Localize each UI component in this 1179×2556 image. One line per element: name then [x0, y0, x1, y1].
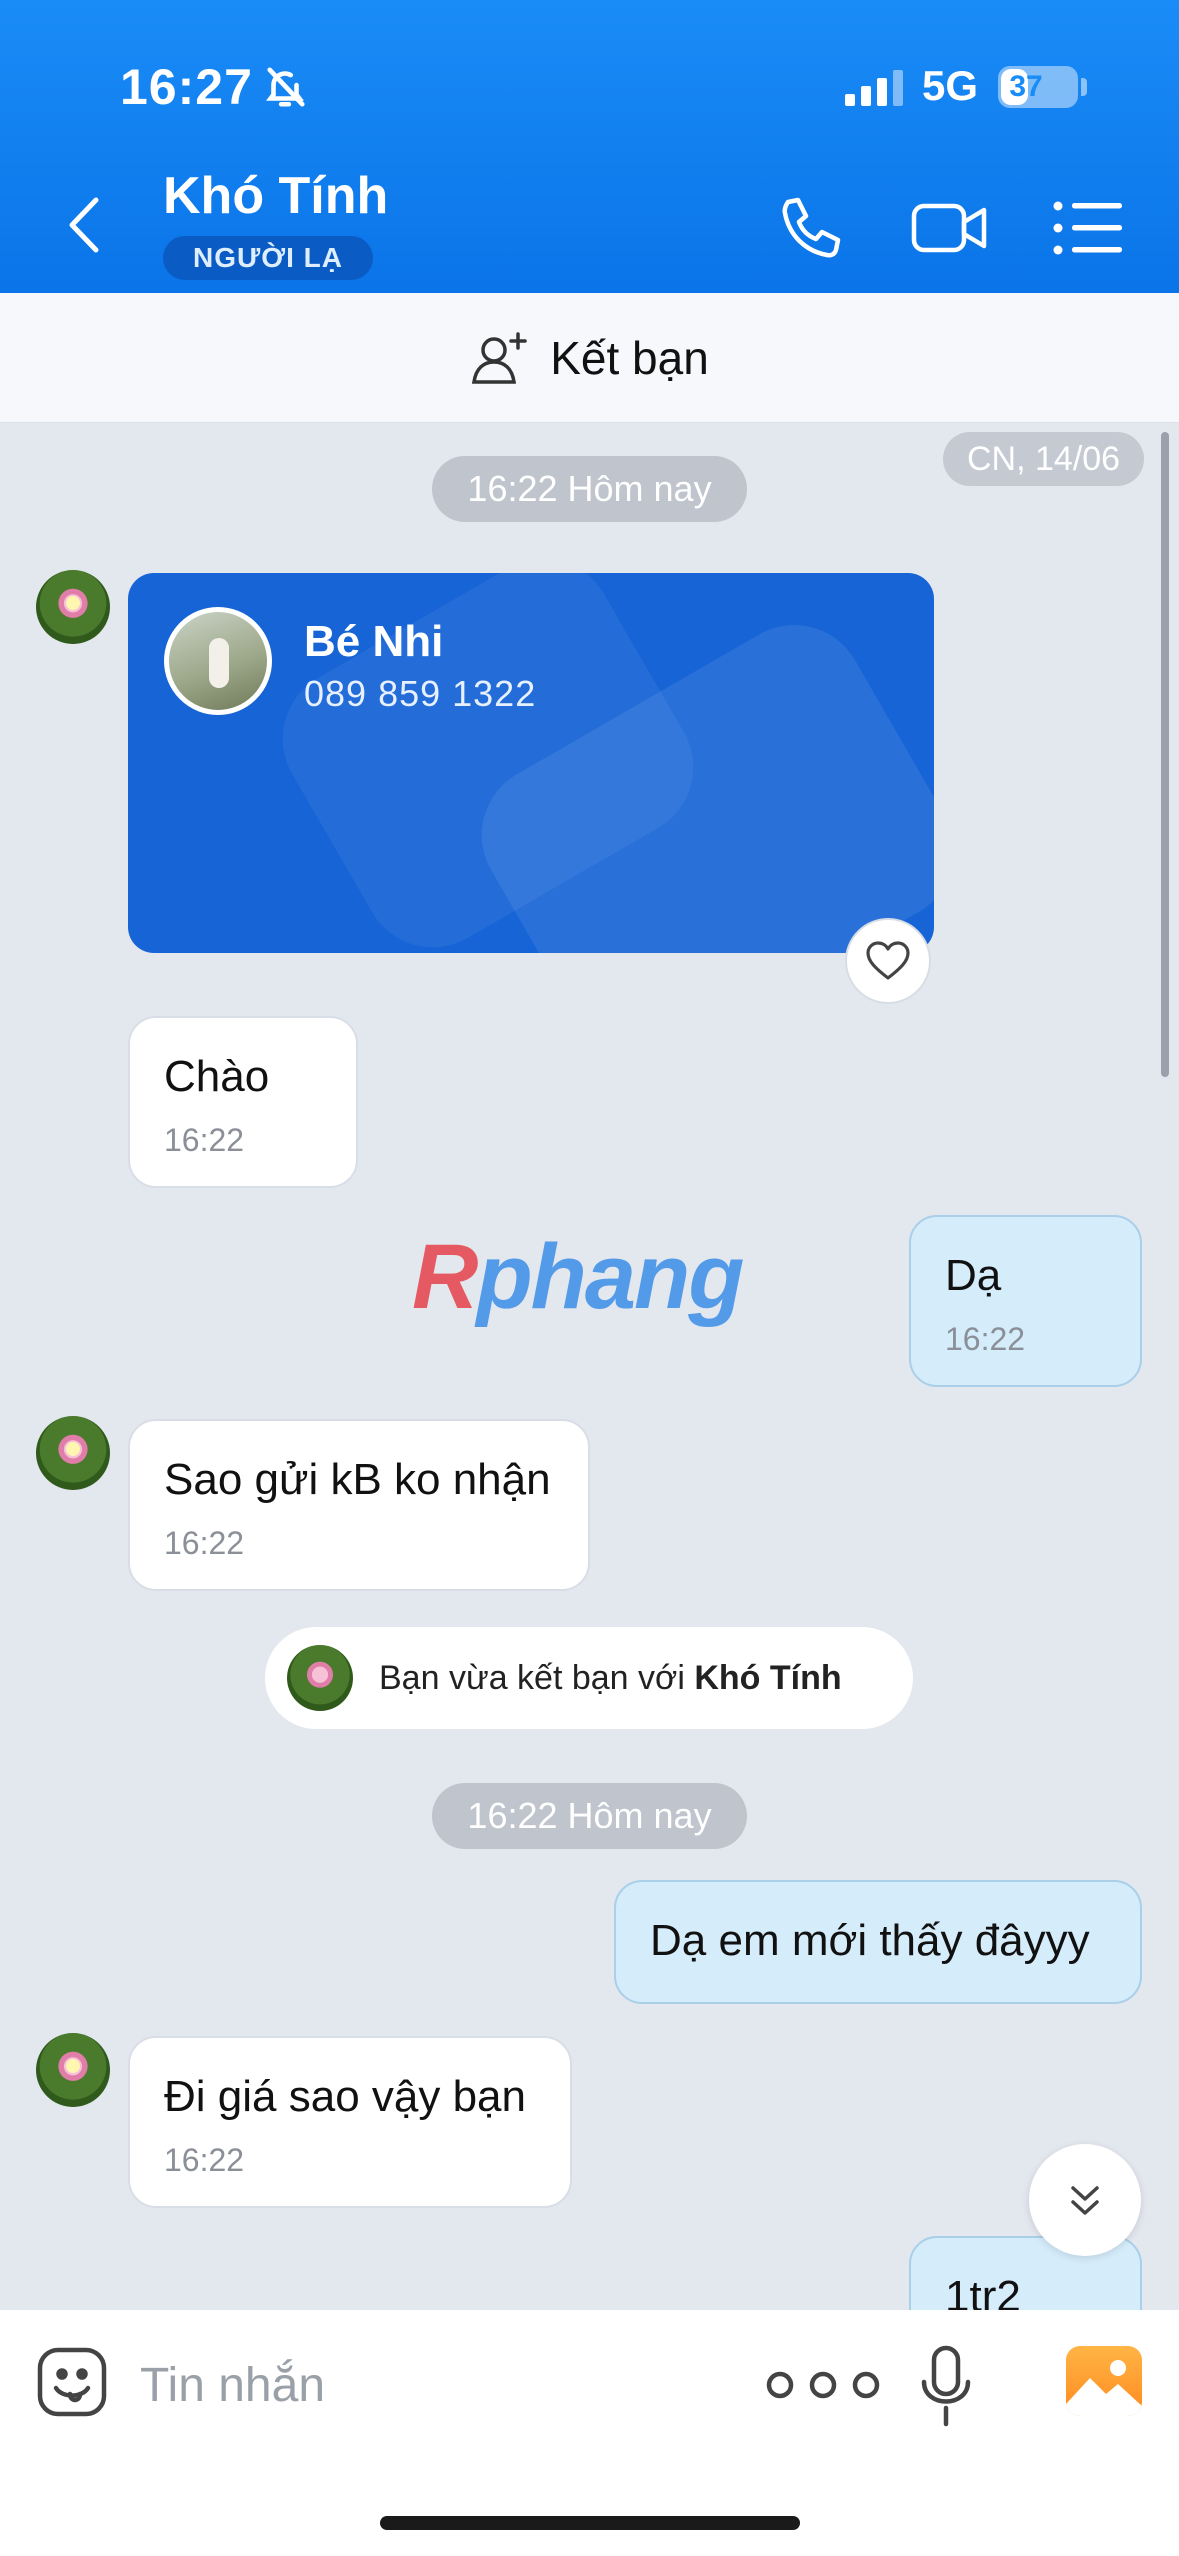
notice-avatar [287, 1645, 353, 1711]
video-call-icon[interactable] [910, 192, 990, 264]
phone-icon[interactable] [770, 192, 850, 264]
message-text: Sao gửi kB ko nhận [164, 1455, 551, 1504]
menu-icon[interactable] [1048, 192, 1128, 264]
chat-title[interactable]: Khó Tính [163, 166, 388, 226]
date-label: CN, 14/06 [943, 432, 1145, 486]
message-text: Đi giá sao vậy bạn [164, 2072, 526, 2121]
muted-bell-icon [266, 67, 305, 107]
battery-icon: 37 [998, 66, 1078, 108]
battery-level: 37 [1009, 70, 1043, 103]
add-friend-label: Kết bạn [550, 331, 709, 384]
message-text: Dạ [945, 1251, 1002, 1300]
sender-avatar[interactable] [36, 2033, 110, 2107]
message-text: Chào [164, 1052, 270, 1101]
add-friend-icon [472, 331, 527, 384]
watermark-logo: Rphang [412, 1226, 744, 1328]
status-time: 16:27 [120, 59, 253, 115]
friend-added-notice: Bạn vừa kết bạn với Khó Tính [265, 1627, 913, 1729]
scroll-to-bottom-button[interactable] [1029, 2144, 1141, 2256]
time-separator: 16:22 Hôm nay [432, 1783, 747, 1849]
outgoing-message[interactable]: Dạ em mới thấy đâyyy [614, 1880, 1142, 2004]
home-indicator [380, 2516, 800, 2530]
message-text: Dạ em mới thấy đâyyy [650, 1916, 1090, 1965]
more-options-icon[interactable] [758, 2360, 888, 2410]
add-friend-bar[interactable]: Kết bạn [0, 293, 1179, 423]
incoming-message[interactable]: Đi giá sao vậy bạn 16:22 [128, 2036, 572, 2208]
scrollbar[interactable] [1161, 432, 1169, 1077]
chat-header: 16:27 5G 37 Khó Tính NGƯỜI LẠ [0, 0, 1179, 293]
contact-avatar [164, 607, 272, 715]
message-time: 16:22 [164, 1122, 245, 1158]
heart-icon [866, 941, 910, 980]
outgoing-message[interactable]: Dạ 16:22 [909, 1215, 1142, 1387]
sender-avatar[interactable] [36, 570, 110, 644]
back-icon[interactable] [58, 190, 114, 260]
signal-icon [845, 70, 903, 106]
network-type: 5G [922, 62, 979, 109]
message-time: 16:22 [164, 1525, 245, 1561]
image-icon [1066, 2360, 1142, 2416]
microphone-icon[interactable] [918, 2344, 974, 2428]
battery-tip [1081, 78, 1087, 96]
contact-card[interactable]: Bé Nhi 089 859 1322 [128, 573, 934, 953]
incoming-message[interactable]: Sao gửi kB ko nhận 16:22 [128, 1419, 590, 1591]
message-time: 16:22 [945, 1321, 1026, 1357]
contact-name: Bé Nhi [304, 617, 444, 666]
message-time: 16:22 [164, 2142, 245, 2178]
react-heart-button[interactable] [845, 918, 931, 1004]
contact-phone: 089 859 1322 [304, 673, 537, 714]
emoji-icon[interactable] [36, 2346, 108, 2418]
double-chevron-down-icon [1071, 2186, 1099, 2215]
time-separator: 16:22 Hôm nay [432, 456, 747, 522]
stranger-badge: NGƯỜI LẠ [163, 236, 373, 280]
message-input[interactable] [140, 2350, 700, 2420]
incoming-message[interactable]: Chào 16:22 [128, 1016, 358, 1188]
photo-gallery-button[interactable] [1066, 2346, 1142, 2416]
notice-text: Bạn vừa kết bạn với Khó Tính [379, 1658, 842, 1697]
sender-avatar[interactable] [36, 1416, 110, 1490]
